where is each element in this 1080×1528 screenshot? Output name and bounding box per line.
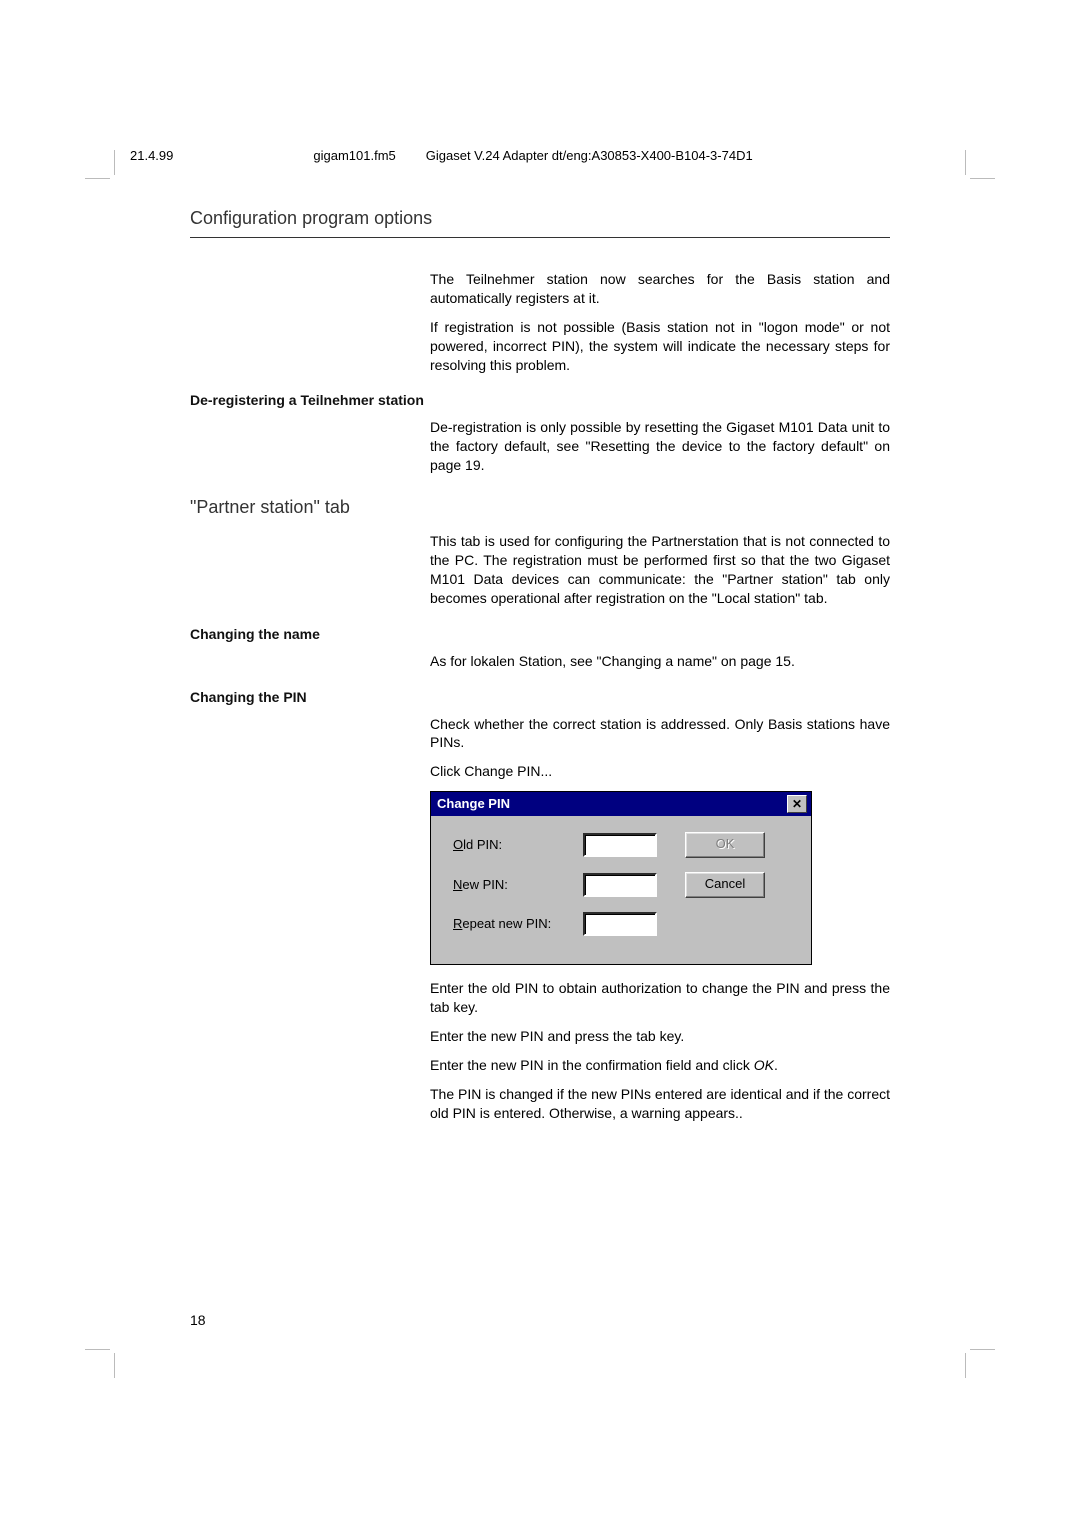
repeat-pin-label: Repeat new PIN: bbox=[453, 915, 583, 933]
cancel-button[interactable]: Cancel bbox=[685, 872, 765, 898]
body-paragraph: This tab is used for configuring the Par… bbox=[430, 532, 890, 608]
body-paragraph: Click Change PIN... bbox=[430, 762, 890, 781]
body-paragraph: Enter the old PIN to obtain authorizatio… bbox=[430, 979, 890, 1017]
crop-mark bbox=[114, 150, 115, 175]
close-icon[interactable]: ✕ bbox=[787, 795, 807, 813]
old-pin-input[interactable] bbox=[583, 833, 657, 857]
dialog-titlebar: Change PIN ✕ bbox=[431, 792, 811, 816]
crop-mark bbox=[114, 1353, 115, 1378]
header-file: gigam101.fm5 bbox=[313, 148, 395, 163]
crop-mark bbox=[970, 178, 995, 179]
header-date: 21.4.99 bbox=[130, 148, 173, 163]
heading-partner-tab: "Partner station" tab bbox=[190, 497, 890, 518]
repeat-pin-input[interactable] bbox=[583, 912, 657, 936]
ok-button[interactable]: OK bbox=[685, 832, 765, 858]
change-pin-dialog: Change PIN ✕ Old PIN: OK New PIN: Cancel… bbox=[430, 791, 812, 965]
header-doc: Gigaset V.24 Adapter dt/eng:A30853-X400-… bbox=[426, 148, 753, 163]
old-pin-label: Old PIN: bbox=[453, 836, 583, 854]
dialog-title: Change PIN bbox=[437, 795, 510, 813]
body-paragraph: Check whether the correct station is add… bbox=[430, 715, 890, 753]
crop-mark bbox=[965, 1353, 966, 1378]
running-header: 21.4.99 gigam101.fm5 Gigaset V.24 Adapte… bbox=[130, 148, 950, 163]
heading-deregister: De-registering a Teilnehmer station bbox=[190, 392, 890, 408]
crop-mark bbox=[85, 1349, 110, 1350]
body-paragraph: The Teilnehmer station now searches for … bbox=[430, 270, 890, 308]
section-title: Configuration program options bbox=[190, 208, 890, 238]
new-pin-label: New PIN: bbox=[453, 876, 583, 894]
body-paragraph: De-registration is only possible by rese… bbox=[430, 418, 890, 475]
crop-mark bbox=[85, 178, 110, 179]
crop-mark bbox=[970, 1349, 995, 1350]
body-paragraph: If registration is not possible (Basis s… bbox=[430, 318, 890, 375]
body-paragraph: Enter the new PIN in the confirmation fi… bbox=[430, 1056, 890, 1075]
new-pin-input[interactable] bbox=[583, 873, 657, 897]
body-paragraph: As for lokalen Station, see "Changing a … bbox=[430, 652, 890, 671]
body-paragraph: Enter the new PIN and press the tab key. bbox=[430, 1027, 890, 1046]
page-number: 18 bbox=[190, 1312, 206, 1328]
crop-mark bbox=[965, 150, 966, 175]
heading-change-pin: Changing the PIN bbox=[190, 689, 890, 705]
body-paragraph: The PIN is changed if the new PINs enter… bbox=[430, 1085, 890, 1123]
heading-change-name: Changing the name bbox=[190, 626, 890, 642]
